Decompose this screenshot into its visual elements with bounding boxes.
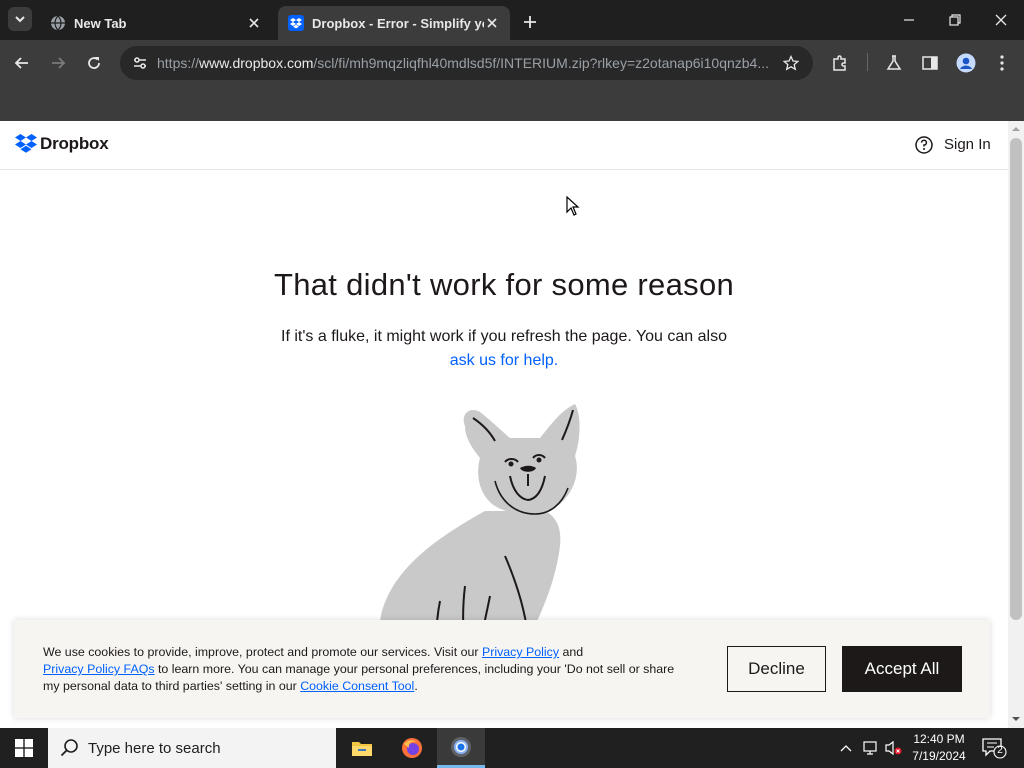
tray-overflow-button[interactable]	[836, 738, 856, 758]
cookie-text-1: We use cookies to provide, improve, prot…	[43, 645, 482, 659]
tab-dropbox-error[interactable]: Dropbox - Error - Simplify your	[278, 6, 510, 40]
tab-title: Dropbox - Error - Simplify your	[312, 15, 484, 31]
tab-title: New Tab	[74, 15, 127, 31]
notification-center-button[interactable]: 2	[981, 736, 1007, 760]
scroll-up-arrow-icon[interactable]	[1012, 125, 1020, 133]
side-panel-icon	[922, 56, 938, 70]
help-circle-icon[interactable]	[914, 135, 934, 155]
kebab-menu-icon	[1000, 55, 1004, 71]
site-header: Dropbox Sign In	[0, 121, 1008, 170]
forward-button[interactable]	[46, 51, 70, 75]
new-tab-button[interactable]	[518, 10, 542, 34]
volume-tray-button[interactable]	[884, 738, 904, 758]
plus-icon	[524, 16, 536, 28]
search-icon	[60, 739, 78, 757]
close-window-button[interactable]	[989, 8, 1013, 32]
url-text[interactable]: https://www.dropbox.com/scl/fi/mh9mqzliq…	[157, 55, 777, 71]
firefox-icon	[402, 738, 422, 758]
start-button[interactable]	[0, 728, 48, 768]
decline-button[interactable]: Decline	[727, 646, 826, 692]
help-link-suffix: .	[553, 352, 559, 369]
chevron-down-icon	[15, 16, 25, 23]
privacy-faqs-link[interactable]: Privacy Policy FAQs	[43, 662, 155, 676]
close-icon	[995, 14, 1007, 26]
avatar-icon	[956, 53, 976, 73]
puzzle-icon	[833, 55, 846, 71]
url-path: /scl/fi/mh9mqzliqfhl40mdlsd5f/INTERIUM.z…	[313, 55, 770, 71]
taskbar-chrome[interactable]	[437, 728, 485, 768]
reload-button[interactable]	[82, 51, 106, 75]
browser-tabstrip: New Tab Dropbox - Error - Simplify your	[0, 0, 1024, 40]
url-host: www.dropbox.com	[199, 55, 314, 71]
bookmarks-bar	[0, 86, 1024, 121]
ask-help-link[interactable]: ask us for help.	[450, 352, 559, 369]
chrome-icon	[451, 736, 471, 757]
tab-new-tab[interactable]: New Tab	[40, 6, 272, 40]
brand-name: Dropbox	[40, 134, 109, 153]
clock-time: 12:40 PM	[913, 732, 965, 746]
taskbar-firefox[interactable]	[388, 728, 436, 768]
cookie-message: We use cookies to provide, improve, prot…	[43, 644, 693, 695]
bookmark-star-button[interactable]	[779, 51, 803, 75]
error-message: If it's a fluke, it might work if you re…	[254, 325, 754, 373]
minimize-button[interactable]	[897, 8, 921, 32]
windows-taskbar: Type here to search 12:40 PM 7/19/2024 2	[0, 728, 1024, 768]
menu-button[interactable]	[990, 51, 1014, 75]
chevron-up-icon	[840, 745, 852, 752]
site-info-button[interactable]	[128, 51, 152, 75]
page-scrollbar[interactable]	[1008, 121, 1024, 728]
error-body-text: If it's a fluke, it might work if you re…	[281, 328, 727, 345]
mouse-cursor-icon	[566, 196, 580, 216]
taskbar-search-box[interactable]: Type here to search	[48, 728, 336, 768]
network-icon	[863, 741, 877, 755]
speaker-muted-icon	[885, 740, 902, 756]
restore-icon	[949, 14, 961, 26]
cookie-text-2: and	[559, 645, 584, 659]
accept-all-button[interactable]: Accept All	[842, 646, 962, 692]
scrollbar-thumb[interactable]	[1010, 138, 1022, 620]
minimize-icon	[904, 19, 914, 21]
error-title: That didn't work for some reason	[273, 267, 735, 302]
scroll-down-arrow-icon[interactable]	[1012, 715, 1020, 723]
url-prefix: https://	[157, 55, 200, 71]
privacy-policy-link[interactable]: Privacy Policy	[482, 645, 559, 659]
browser-toolbar: https://www.dropbox.com/scl/fi/mh9mqzliq…	[0, 40, 1024, 86]
reload-icon	[88, 57, 100, 69]
cookie-consent-tool-link[interactable]: Cookie Consent Tool	[300, 679, 414, 693]
star-icon	[783, 55, 799, 71]
bulldog-illustration	[379, 404, 580, 656]
cookie-text-4: .	[414, 679, 418, 693]
tab-search-button[interactable]	[8, 7, 32, 31]
clock-date: 7/19/2024	[912, 749, 966, 763]
globe-icon	[51, 15, 65, 31]
close-tab-icon[interactable]	[246, 15, 262, 31]
dropbox-favicon-icon	[288, 15, 304, 31]
network-tray-button[interactable]	[861, 738, 881, 758]
folder-icon	[352, 742, 372, 756]
arrow-right-icon	[52, 57, 66, 69]
dropbox-logo-icon	[15, 134, 37, 153]
side-panel-button[interactable]	[918, 51, 942, 75]
restore-button[interactable]	[943, 8, 967, 32]
address-bar[interactable]: https://www.dropbox.com/scl/fi/mh9mqzliq…	[120, 46, 813, 80]
labs-button[interactable]	[882, 51, 906, 75]
search-placeholder: Type here to search	[88, 740, 221, 757]
back-button[interactable]	[10, 51, 34, 75]
help-link-text: ask us for help	[449, 352, 554, 369]
toolbar-divider	[867, 53, 868, 71]
cookie-consent-banner: We use cookies to provide, improve, prot…	[14, 620, 990, 718]
extensions-button[interactable]	[828, 51, 852, 75]
notification-count: 2	[997, 745, 1003, 756]
arrow-left-icon	[14, 57, 28, 69]
taskbar-clock[interactable]: 12:40 PM 7/19/2024	[904, 731, 974, 765]
close-tab-icon[interactable]	[484, 15, 500, 31]
sign-in-link[interactable]: Sign In	[944, 136, 991, 153]
taskbar-file-explorer[interactable]	[338, 728, 386, 768]
flask-icon	[886, 55, 902, 70]
tune-icon	[134, 57, 146, 69]
windows-logo-icon	[15, 739, 33, 757]
dropbox-logo[interactable]: Dropbox	[15, 134, 109, 154]
profile-button[interactable]	[954, 51, 978, 75]
